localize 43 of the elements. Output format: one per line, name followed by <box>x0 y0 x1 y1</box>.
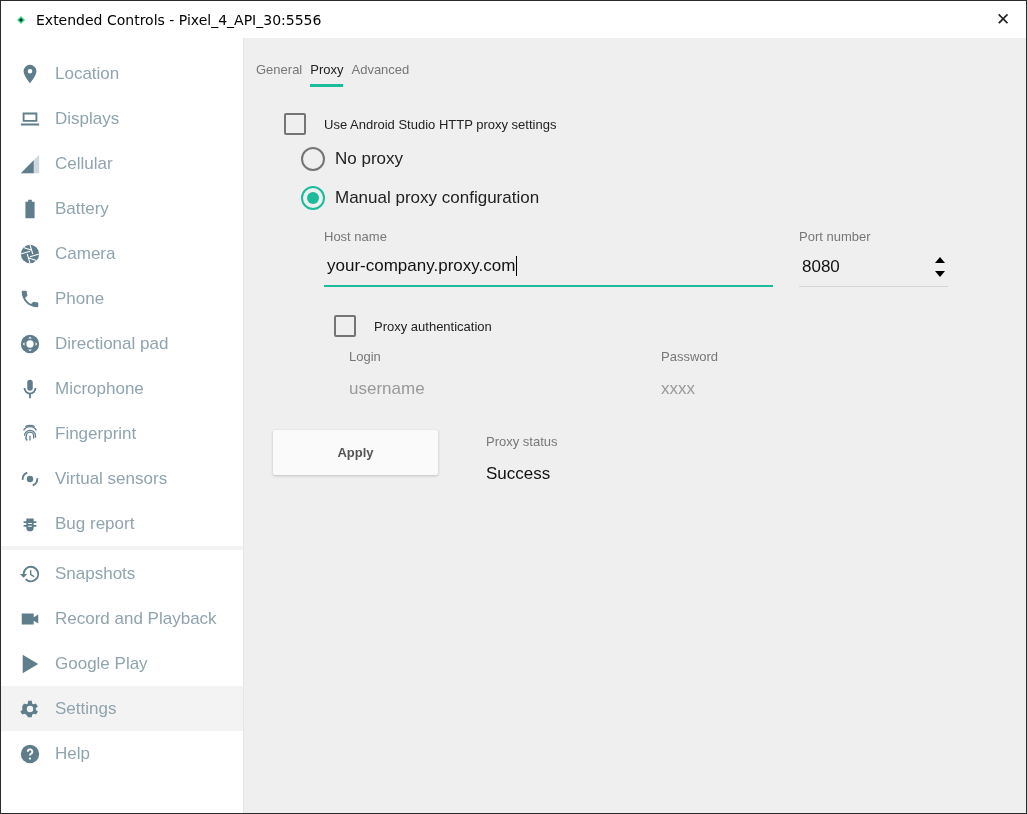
radio-label: No proxy <box>335 149 404 169</box>
apply-button[interactable]: Apply <box>273 430 438 475</box>
checkbox-label: Proxy authentication <box>374 318 492 334</box>
sidebar-item[interactable]: Virtual sensors <box>1 456 243 501</box>
sidebar-item[interactable]: Settings <box>1 686 243 731</box>
sidebar-item[interactable]: Cellular <box>1 141 243 186</box>
sidebar-item[interactable]: Battery <box>1 186 243 231</box>
tab[interactable]: Advanced <box>351 60 410 87</box>
field-label: Host name <box>324 229 388 244</box>
radio-button[interactable] <box>301 147 325 171</box>
sidebar-item[interactable]: Directional pad <box>1 321 243 366</box>
tab[interactable]: Proxy <box>310 60 344 87</box>
field-label: Port number <box>799 229 872 244</box>
sidebar-item[interactable]: Bug report <box>1 501 243 546</box>
host-name-field[interactable]: your-company.proxy.com <box>324 247 773 287</box>
status-value: Success <box>486 464 552 484</box>
signal-icon <box>19 152 41 175</box>
sidebar-item[interactable]: Microphone <box>1 366 243 411</box>
checkbox-label: Use Android Studio HTTP proxy settings <box>324 116 557 132</box>
dpad-icon <box>19 332 41 355</box>
field-label: Password <box>661 349 720 364</box>
checkbox[interactable] <box>284 113 306 135</box>
sidebar-item[interactable]: Record and Playback <box>1 596 243 641</box>
sidebar-item[interactable]: Fingerprint <box>1 411 243 456</box>
window-title: Extended Controls - Pixel_4_API_30:5556 <box>36 11 322 28</box>
status-label: Proxy status <box>486 434 558 449</box>
sidebar-item[interactable]: Camera <box>1 231 243 276</box>
radio-label: Manual proxy configuration <box>335 188 540 208</box>
checkbox[interactable] <box>334 315 356 337</box>
sidebar-item[interactable]: Location <box>1 51 243 96</box>
help-icon <box>19 742 41 765</box>
port-number-field[interactable]: 8080 <box>799 247 948 287</box>
camera-shutter-icon <box>19 242 41 265</box>
sidebar-item[interactable]: Displays <box>1 96 243 141</box>
sidebar-item[interactable]: Google Play <box>1 641 243 686</box>
close-button[interactable]: ✕ <box>980 1 1026 38</box>
radio-button[interactable] <box>301 186 325 210</box>
field-label: Login <box>349 349 382 364</box>
sidebar-item[interactable]: Phone <box>1 276 243 321</box>
sidebar-item[interactable]: Help <box>1 731 243 776</box>
app-icon <box>15 13 27 26</box>
tab[interactable]: General <box>256 60 303 87</box>
sidebar-item[interactable]: Snapshots <box>1 551 243 596</box>
